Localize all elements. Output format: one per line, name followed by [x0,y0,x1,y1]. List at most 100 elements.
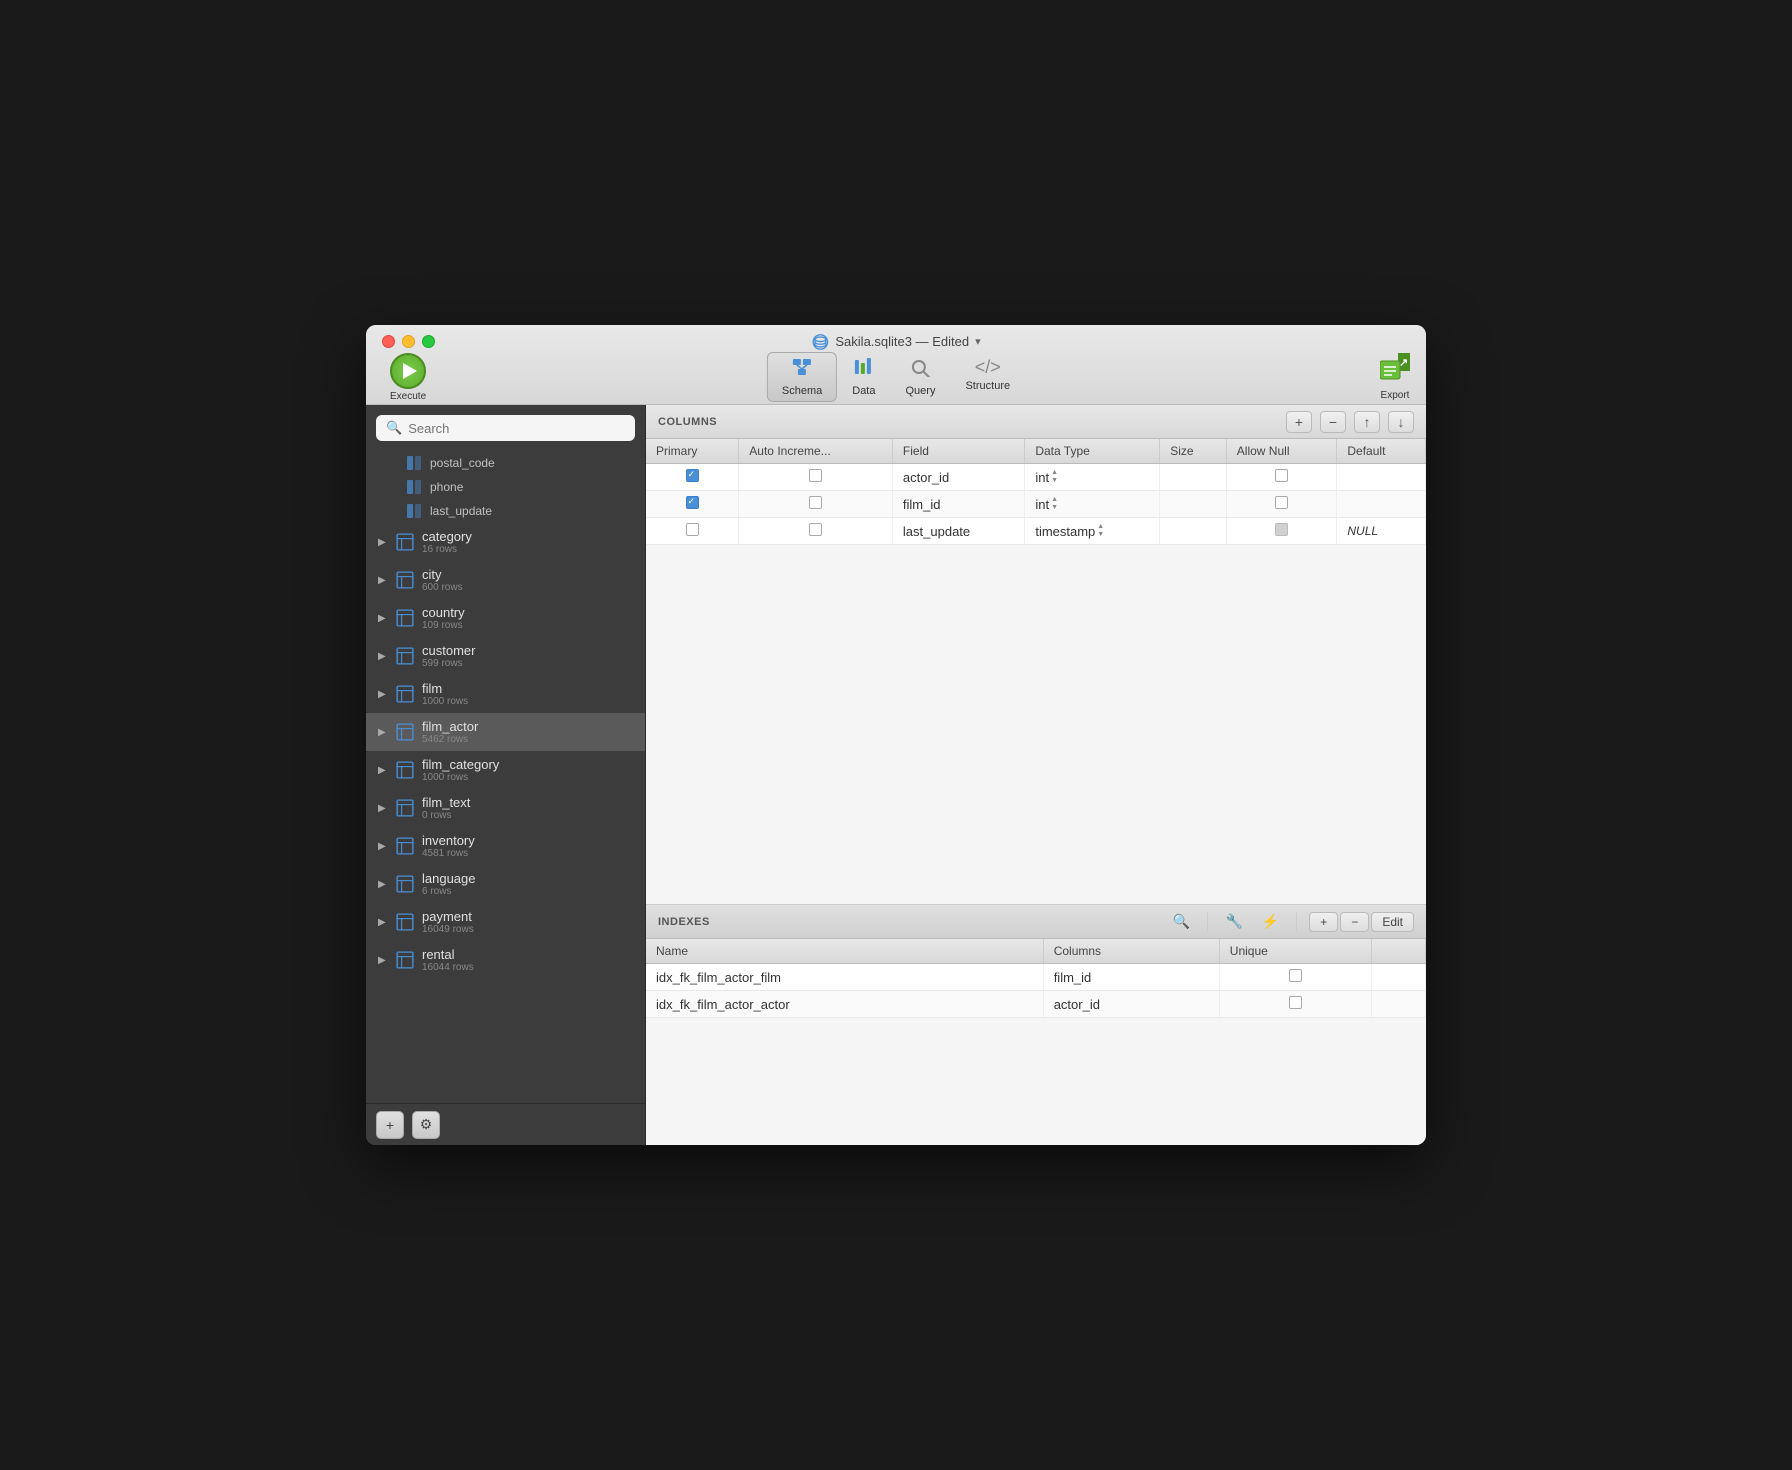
move-down-button[interactable]: ↓ [1388,411,1414,433]
sidebar-item-category[interactable]: ▶ category 16 rows [366,523,645,561]
schema-button[interactable]: Schema [767,352,837,402]
primary-cell[interactable] [646,518,739,545]
edit-index-button[interactable]: Edit [1371,912,1414,932]
sidebar-item-name: film_text [422,795,470,810]
move-up-button[interactable]: ↑ [1354,411,1380,433]
idx-unique-cell[interactable] [1219,991,1371,1018]
search-index-button[interactable]: 🔍 [1167,910,1195,934]
auto-increment-cell[interactable] [739,518,893,545]
col-header-auto-increment[interactable]: Auto Increme... [739,439,893,464]
execute-button[interactable]: Execute [382,349,434,406]
sidebar-item-name: rental [422,947,474,962]
data-type-cell: timestamp ▲ ▼ [1025,518,1160,545]
sidebar-item-film-category[interactable]: ▶ film_category 1000 rows [366,751,645,789]
auto-increment-cell[interactable] [739,464,893,491]
sidebar-item-rental[interactable]: ▶ rental 16044 rows [366,941,645,979]
sidebar-item-customer[interactable]: ▶ customer 599 rows [366,637,645,675]
sidebar-item-film-actor[interactable]: ▶ film_actor 5462 rows [366,713,645,751]
type-stepper[interactable]: int ▲ ▼ [1035,496,1149,512]
add-column-button[interactable]: + [1286,411,1312,433]
title-dropdown-arrow[interactable]: ▾ [975,335,981,348]
structure-button[interactable]: </> Structure [950,352,1025,402]
sidebar-item-name: category [422,529,472,544]
close-button[interactable] [382,335,395,348]
allow-null-cell[interactable] [1226,491,1337,518]
type-stepper[interactable]: timestamp ▲ ▼ [1035,523,1149,539]
data-icon [853,357,875,383]
type-stepper[interactable]: int ▲ ▼ [1035,469,1149,485]
col-header-field[interactable]: Field [892,439,1024,464]
table-row[interactable]: actor_id int ▲ ▼ [646,464,1426,491]
stepper-up[interactable]: ▲ [1051,496,1058,504]
table-row[interactable]: idx_fk_film_actor_film film_id [646,964,1426,991]
sidebar-item-film[interactable]: ▶ film 1000 rows [366,675,645,713]
export-icon: ↗ [1380,353,1410,388]
col-header-primary[interactable]: Primary [646,439,739,464]
search-input[interactable] [408,421,625,436]
allow-null-checkbox[interactable] [1275,496,1288,509]
settings-button[interactable]: ⚙ [412,1111,440,1139]
sidebar-item-name: film_actor [422,719,478,734]
remove-index-button[interactable]: − [1340,912,1369,932]
lightning-button[interactable]: ⚡ [1256,910,1284,934]
sidebar-subitem-phone[interactable]: phone [366,475,645,499]
export-button[interactable]: ↗ Export [1380,353,1410,401]
minimize-button[interactable] [402,335,415,348]
allow-null-checkbox[interactable] [1275,469,1288,482]
primary-checkbox[interactable] [686,523,699,536]
primary-checkbox[interactable] [686,469,699,482]
idx-unique-cell[interactable] [1219,964,1371,991]
table-row[interactable]: film_id int ▲ ▼ [646,491,1426,518]
sidebar-item-payment[interactable]: ▶ payment 16049 rows [366,903,645,941]
maximize-button[interactable] [422,335,435,348]
stepper-down[interactable]: ▼ [1051,477,1058,485]
sidebar-item-rows: 4581 rows [422,848,475,859]
idx-header-unique[interactable]: Unique [1219,939,1371,964]
col-header-default[interactable]: Default [1337,439,1426,464]
add-index-button[interactable]: + [1309,912,1338,932]
primary-cell[interactable] [646,491,739,518]
table-row[interactable]: last_update timestamp ▲ ▼ [646,518,1426,545]
stepper-down[interactable]: ▼ [1051,504,1058,512]
wrench-button[interactable]: 🔧 [1220,910,1248,934]
query-button[interactable]: Query [891,352,951,402]
table-icon [396,837,414,855]
allow-null-cell[interactable] [1226,518,1337,545]
stepper-up[interactable]: ▲ [1097,523,1104,531]
sidebar-item-city[interactable]: ▶ city 600 rows [366,561,645,599]
size-cell [1160,518,1227,545]
default-cell: NULL [1337,518,1426,545]
sidebar-item-language[interactable]: ▶ language 6 rows [366,865,645,903]
primary-checkbox[interactable] [686,496,699,509]
allow-null-cell[interactable] [1226,464,1337,491]
remove-column-button[interactable]: − [1320,411,1346,433]
auto-increment-checkbox[interactable] [809,523,822,536]
table-row[interactable]: idx_fk_film_actor_actor actor_id [646,991,1426,1018]
unique-checkbox[interactable] [1289,969,1302,982]
allow-null-checkbox[interactable] [1275,523,1288,536]
col-header-size[interactable]: Size [1160,439,1227,464]
sidebar-subitem-postal-code[interactable]: postal_code [366,451,645,475]
sidebar-item-rows: 5462 rows [422,734,478,745]
sidebar-item-inventory[interactable]: ▶ inventory 4581 rows [366,827,645,865]
auto-increment-checkbox[interactable] [809,496,822,509]
data-type-cell: int ▲ ▼ [1025,464,1160,491]
auto-increment-cell[interactable] [739,491,893,518]
indexes-section: INDEXES 🔍 🔧 ⚡ + − Edit [646,905,1426,1145]
stepper-up[interactable]: ▲ [1051,469,1058,477]
unique-checkbox[interactable] [1289,996,1302,1009]
auto-increment-checkbox[interactable] [809,469,822,482]
sidebar-item-country[interactable]: ▶ country 109 rows [366,599,645,637]
col-header-allow-null[interactable]: Allow Null [1226,439,1337,464]
search-bar[interactable]: 🔍 [376,415,635,441]
stepper-down[interactable]: ▼ [1097,531,1104,539]
idx-header-columns[interactable]: Columns [1043,939,1219,964]
data-button[interactable]: Data [837,352,890,402]
sidebar-subitem-last-update[interactable]: last_update [366,499,645,523]
col-header-data-type[interactable]: Data Type [1025,439,1160,464]
size-cell [1160,464,1227,491]
add-table-button[interactable]: + [376,1111,404,1139]
idx-header-name[interactable]: Name [646,939,1043,964]
primary-cell[interactable] [646,464,739,491]
sidebar-item-film-text[interactable]: ▶ film_text 0 rows [366,789,645,827]
